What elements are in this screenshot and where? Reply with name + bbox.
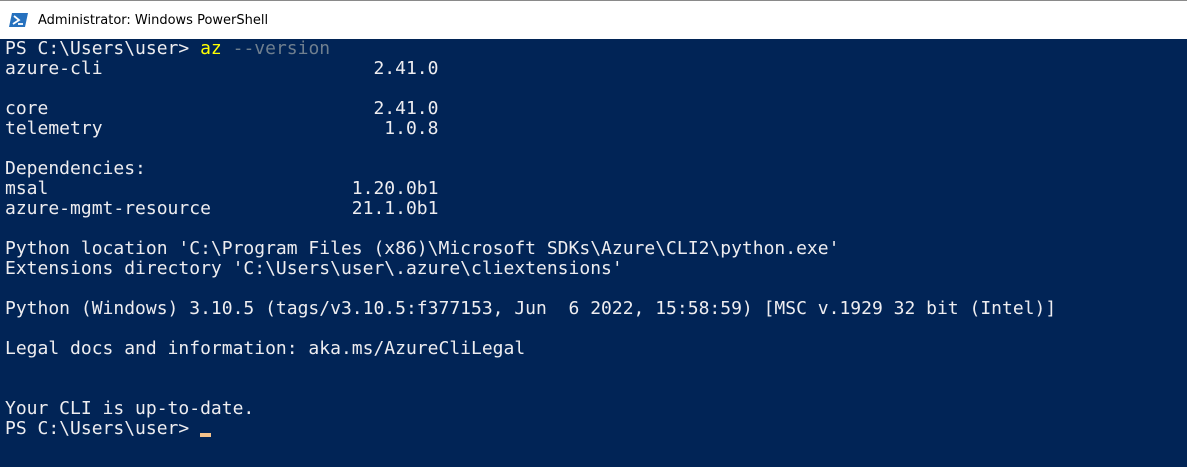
output-line: core 2.41.0 (5, 98, 439, 119)
command-argument: --version (232, 38, 331, 59)
output-line: msal 1.20.0b1 (5, 178, 439, 199)
prompt-line[interactable]: PS C:\Users\user> (5, 419, 1187, 439)
output-line: azure-mgmt-resource 21.1.0b1 (5, 198, 439, 219)
output-line: Extensions directory 'C:\Users\user\.azu… (5, 258, 623, 279)
output-line: Python (Windows) 3.10.5 (tags/v3.10.5:f3… (5, 298, 1057, 319)
output-line: Python location 'C:\Program Files (x86)\… (5, 238, 840, 259)
output-line: Your CLI is up-to-date. (5, 398, 255, 419)
console-output[interactable]: PS C:\Users\user> az --version azure-cli… (0, 39, 1187, 467)
powershell-window: Administrator: Windows PowerShell PS C:\… (0, 0, 1187, 467)
title-bar[interactable]: Administrator: Windows PowerShell (0, 0, 1187, 39)
powershell-icon (9, 11, 29, 29)
output-line: azure-cli 2.41.0 (5, 58, 439, 79)
command-name: az (200, 38, 222, 59)
output-line: telemetry 1.0.8 (5, 118, 439, 139)
prompt: PS C:\Users\user> (5, 38, 201, 59)
output-line: Legal docs and information: aka.ms/Azure… (5, 338, 526, 359)
prompt: PS C:\Users\user> (5, 418, 201, 439)
text-cursor (200, 433, 212, 437)
output-line: Dependencies: (5, 158, 146, 179)
command-line: PS C:\Users\user> az --version (5, 39, 1187, 59)
window-title: Administrator: Windows PowerShell (38, 12, 269, 28)
